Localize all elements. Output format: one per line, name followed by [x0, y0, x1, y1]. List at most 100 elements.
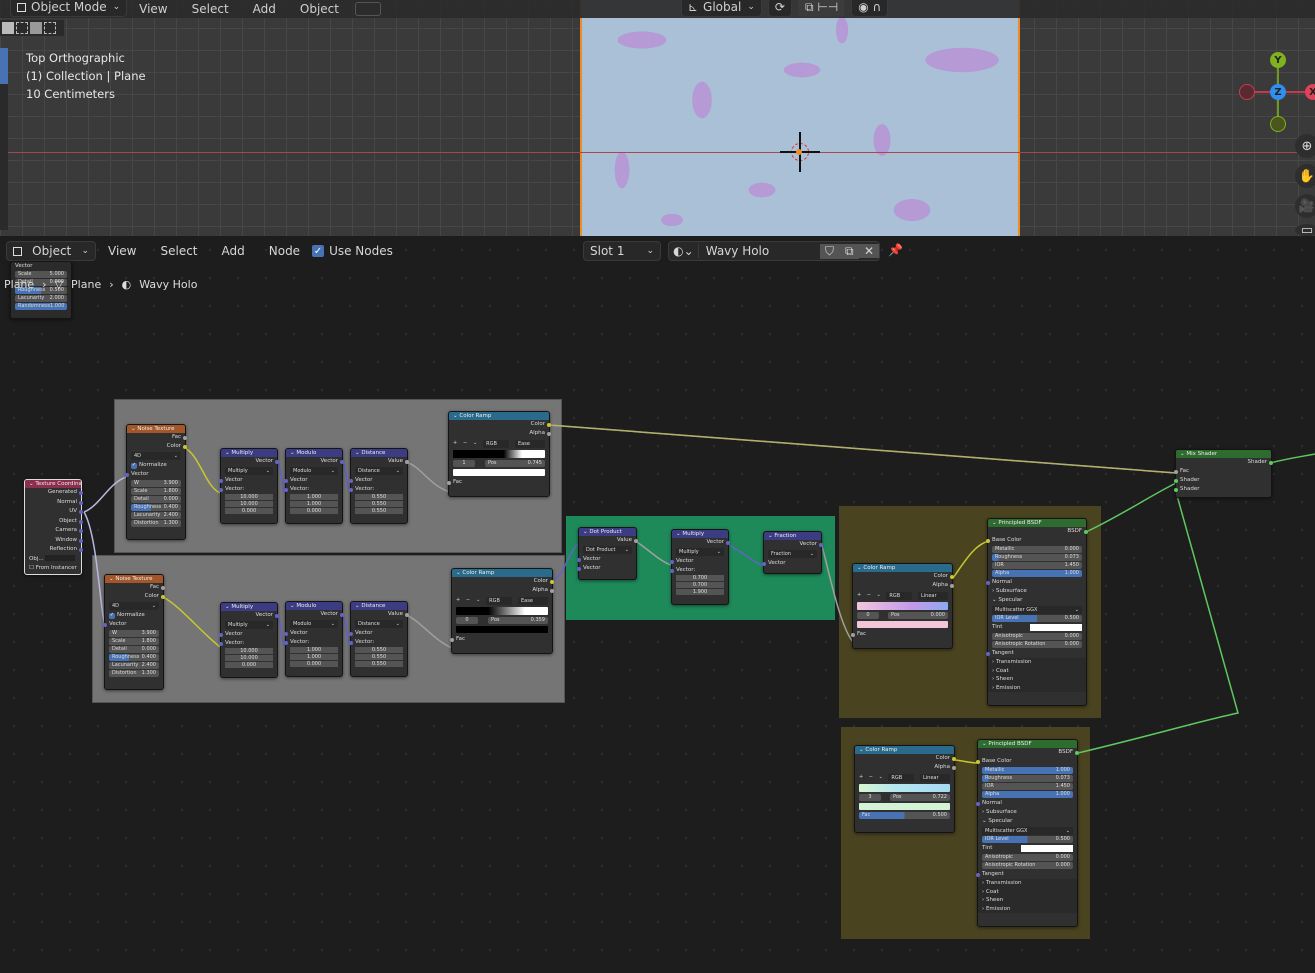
remove-stop-icon[interactable]: −	[466, 597, 470, 605]
menu-object[interactable]: Object	[288, 2, 351, 16]
input-socket[interactable]: Vector	[125, 470, 185, 479]
input-socket[interactable]: Vector	[219, 630, 277, 639]
panel-subsurface[interactable]: › Subsurface	[978, 808, 1077, 817]
panel-coat[interactable]: › Coat	[978, 887, 1077, 896]
output-socket[interactable]: Object	[25, 517, 83, 527]
input-socket[interactable]: Base Color	[986, 536, 1086, 545]
input-socket[interactable]: Vector	[670, 557, 728, 566]
node-header[interactable]: ⌄ Noise Texture	[127, 425, 185, 433]
distribution-dropdown[interactable]: Multiscatter GGX ⌄	[982, 827, 1073, 835]
panel-emission[interactable]: › Emission	[988, 683, 1086, 692]
chevron-down-icon[interactable]: ⌄	[877, 592, 881, 600]
node-vector-distance[interactable]: ⌄ Distance Value Distance ⌄ Vector Vector: 0.5…	[349, 448, 409, 524]
field-lacunarity[interactable]: Lacunarity 2.400	[131, 512, 181, 519]
input-socket[interactable]: Vector	[284, 629, 342, 638]
vector-component-field[interactable]: 10.000	[225, 494, 273, 501]
output-socket[interactable]: Vector	[286, 457, 344, 466]
field-alpha[interactable]: Alpha 1.000	[982, 791, 1073, 798]
node-header[interactable]: ⌄ Modulo	[286, 449, 342, 457]
output-socket[interactable]: Color	[853, 572, 954, 581]
field-anisotropic[interactable]: Anisotropic 0.000	[992, 633, 1082, 640]
pivot-dropdown[interactable]: ⟳	[767, 0, 792, 17]
field-roughness[interactable]: Roughness 0.400	[131, 504, 181, 511]
pan-hand-icon[interactable]: ✋	[1295, 164, 1315, 188]
stop-position-field[interactable]: Pos 0.722	[890, 794, 950, 801]
vector-component-field[interactable]: 10.000	[225, 655, 273, 662]
node-header[interactable]: ⌄ Texture Coordinate	[25, 480, 81, 488]
mode-dropdown[interactable]: Object Mode ⌄	[10, 0, 128, 17]
remove-stop-icon[interactable]: −	[869, 774, 873, 782]
interpolation-dropdown[interactable]: Ease	[517, 597, 548, 605]
output-socket[interactable]: Color	[105, 592, 165, 601]
input-socket[interactable]: Normal	[986, 578, 1086, 587]
node-header[interactable]: ⌄ Multiply	[221, 603, 277, 611]
node-vector-distance[interactable]: ⌄ Distance Value Distance ⌄ Vector Vector: 0.5…	[349, 601, 409, 677]
stop-color-swatch[interactable]	[859, 803, 950, 810]
output-socket[interactable]: Value	[579, 536, 638, 545]
node-color-ramp[interactable]: ⌄ Color Ramp Color Alpha + − ⌄ RGB Ease 1 Pos 0.74…	[447, 411, 551, 497]
color-mode-dropdown[interactable]: RGB	[483, 440, 510, 448]
gizmo-y-button[interactable]: Y	[1270, 52, 1286, 68]
panel-sheen[interactable]: › Sheen	[978, 896, 1077, 905]
interpolation-dropdown[interactable]: Linear	[919, 774, 950, 782]
panel-specular[interactable]: ⌄ Specular	[988, 596, 1086, 605]
operation-dropdown[interactable]: Modulo ⌄	[290, 467, 338, 475]
color-ramp-gradient[interactable]	[456, 607, 548, 615]
panel-transmission[interactable]: › Transmission	[978, 879, 1077, 888]
vector-component-field[interactable]: 0.700	[676, 575, 724, 582]
vector-component-field[interactable]: 0.000	[290, 508, 338, 515]
object-field[interactable]: Obj...	[25, 555, 81, 564]
add-stop-icon[interactable]: +	[859, 774, 863, 782]
field-roughness[interactable]: Roughness 0.073	[992, 554, 1082, 561]
vector-component-field[interactable]: 1.000	[290, 654, 338, 661]
stop-index-field[interactable]: 3	[859, 794, 881, 801]
tint-field[interactable]: Tint	[988, 623, 1086, 632]
input-socket[interactable]: Vector:	[284, 485, 342, 494]
vector-component-field[interactable]: 0.550	[355, 508, 403, 515]
node-header[interactable]: ⌄ Color Ramp	[452, 569, 552, 577]
node-color-ramp[interactable]: ⌄ Color Ramp Color Alpha + − ⌄ RGB Linear 3 Pos 0.…	[854, 745, 956, 833]
input-socket[interactable]: Vector	[762, 559, 821, 568]
input-socket[interactable]: Vector:	[219, 639, 277, 648]
output-socket[interactable]: Value	[351, 457, 409, 466]
node-header[interactable]: ⌄ Color Ramp	[855, 746, 954, 754]
chevron-down-icon[interactable]: ⌄	[476, 597, 480, 605]
node-color-ramp[interactable]: ⌄ Color Ramp Color Alpha + − ⌄ RGB Linear 0 Pos 0.…	[851, 563, 954, 649]
output-socket[interactable]: Alpha	[853, 581, 954, 590]
eyedropper-field[interactable]	[45, 555, 76, 561]
output-socket[interactable]: Generated	[25, 488, 83, 498]
vector-component-field[interactable]: 0.550	[355, 654, 403, 661]
toolbar-active-tool[interactable]	[0, 48, 8, 84]
panel-subsurface[interactable]: › Subsurface	[988, 587, 1086, 596]
node-noise-texture[interactable]: ⌄ Noise Texture Fac Color 4D ⌄ ✓ Normalize Vect…	[125, 424, 187, 540]
toolbar[interactable]	[0, 84, 8, 230]
vector-component-field[interactable]: 10.000	[225, 648, 273, 655]
from-instancer-checkbox[interactable]: ☐ From Instancer	[25, 564, 81, 573]
tint-field[interactable]: Tint	[978, 844, 1077, 853]
color-mode-dropdown[interactable]: RGB	[886, 592, 913, 600]
color-mode-dropdown[interactable]: RGB	[888, 774, 915, 782]
input-socket[interactable]: Vector	[577, 555, 636, 564]
output-socket[interactable]: Shader	[1176, 458, 1273, 467]
node-header[interactable]: ⌄ Distance	[351, 602, 407, 610]
input-socket[interactable]: Tangent	[986, 649, 1086, 658]
select-intersect-icon[interactable]	[44, 22, 56, 34]
node-header[interactable]: ⌄ Color Ramp	[853, 564, 952, 572]
node-texture-coordinate[interactable]: ⌄ Texture Coordinate Generated Normal UV…	[24, 479, 83, 575]
node-vector-modulo[interactable]: ⌄ Modulo Vector Modulo ⌄ Vector Vector: 1.000 1…	[284, 601, 344, 677]
gizmo-z-button[interactable]: Z	[1270, 84, 1286, 100]
distribution-dropdown[interactable]: Multiscatter GGX ⌄	[992, 606, 1082, 614]
node-principled-bsdf[interactable]: ⌄ Principled BSDF BSDF Base Color Metallic 0…	[986, 518, 1088, 706]
vector-component-field[interactable]: 1.900	[676, 589, 724, 596]
fac-field[interactable]: Fac 0.500	[859, 812, 950, 819]
input-socket[interactable]: Normal	[976, 799, 1077, 808]
panel-transmission[interactable]: › Transmission	[988, 658, 1086, 667]
input-socket[interactable]: Tangent	[976, 870, 1077, 879]
input-socket[interactable]: Vector:	[349, 485, 407, 494]
panel-sheen[interactable]: › Sheen	[988, 675, 1086, 684]
field-roughness[interactable]: Roughness 0.073	[982, 775, 1073, 782]
panel-specular[interactable]: ⌄ Specular	[978, 817, 1077, 826]
node-vector-modulo[interactable]: ⌄ Modulo Vector Modulo ⌄ Vector Vector: 1.000 1…	[284, 448, 344, 524]
dimensions-dropdown[interactable]: 4D ⌄	[131, 452, 181, 460]
node-header[interactable]: ⌄ Dot Product	[579, 528, 636, 536]
